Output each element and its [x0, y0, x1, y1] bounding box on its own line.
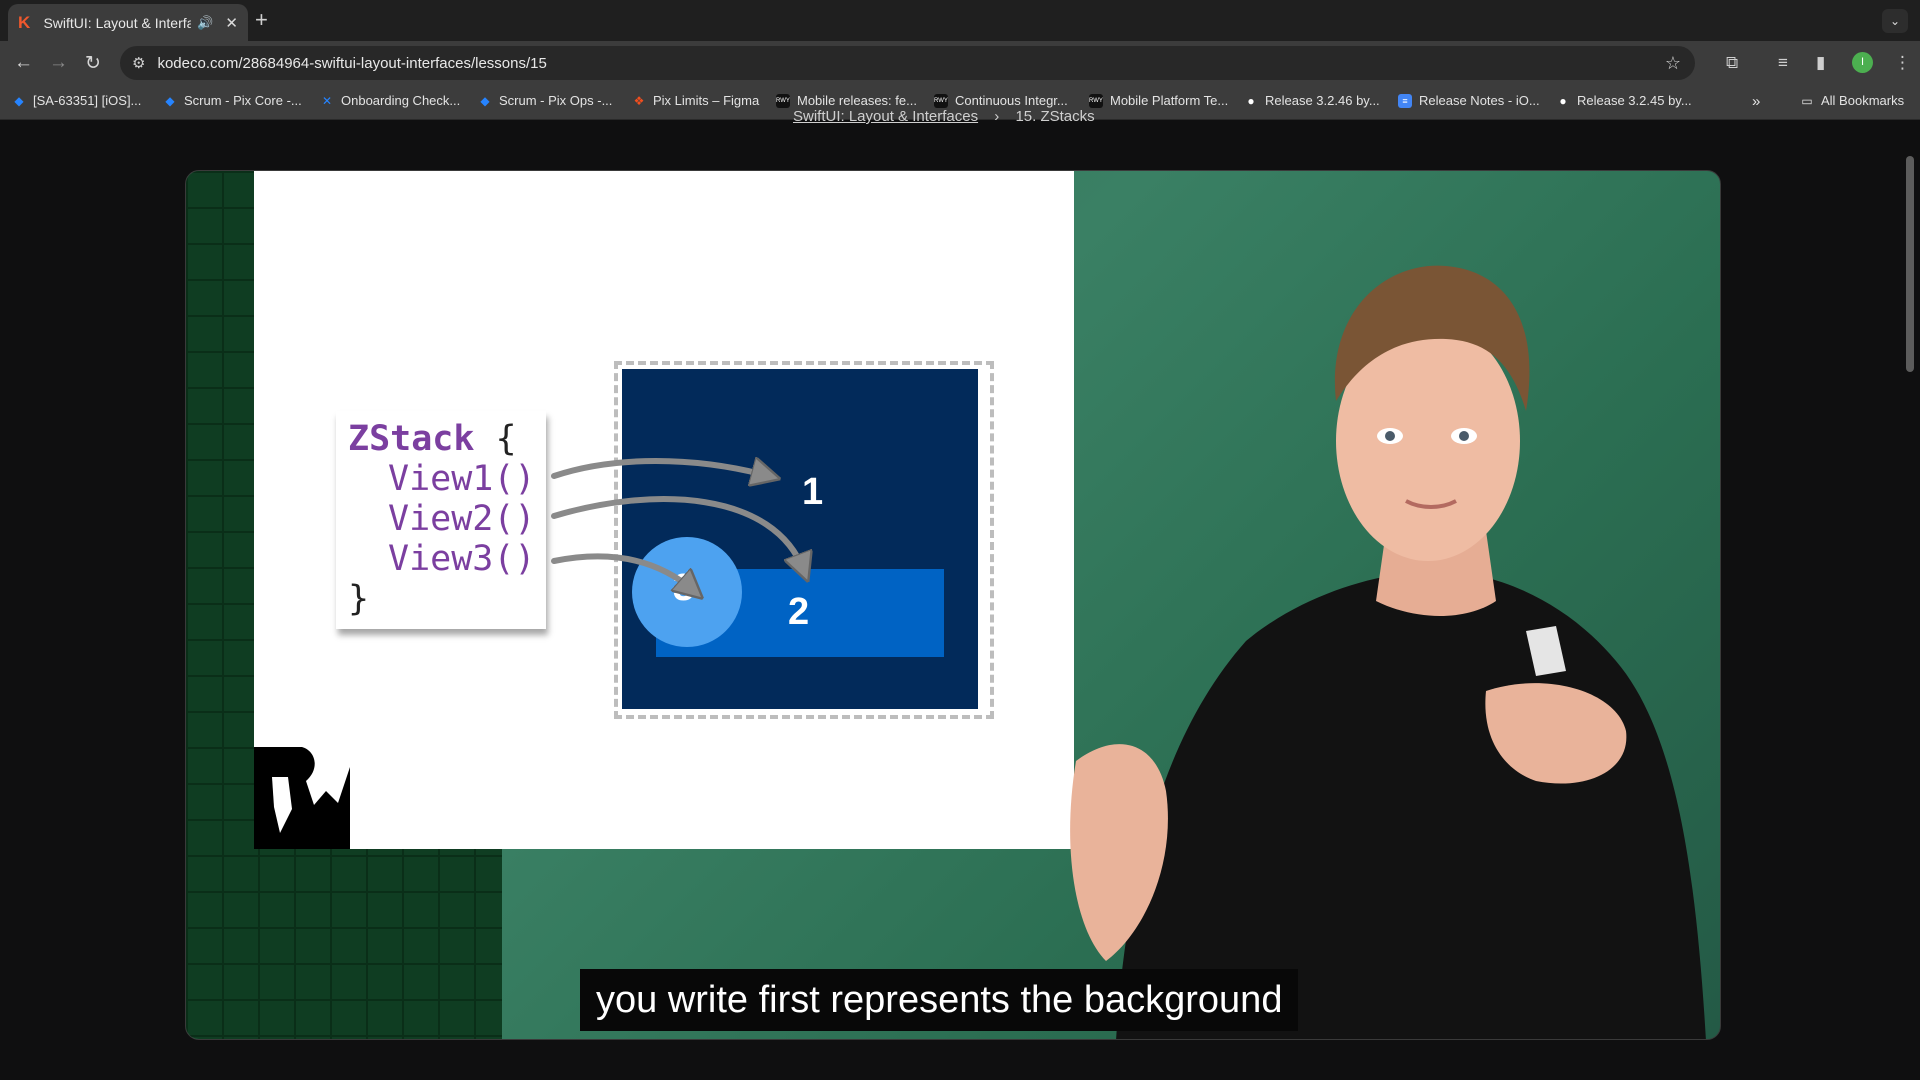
bookmark-item[interactable]: RWY Mobile releases: fe...: [776, 93, 917, 108]
browser-toolbar: ← → ↻ ⚙ kodeco.com/28684964-swiftui-layo…: [0, 41, 1920, 84]
breadcrumb-course-link[interactable]: SwiftUI: Layout & Interfaces: [793, 108, 978, 125]
jira-icon: ◆: [14, 93, 24, 108]
jira-icon: ✕: [321, 93, 333, 108]
side-panel-icon[interactable]: ▮: [1816, 53, 1825, 73]
active-tab[interactable]: K SwiftUI: Layout & Interfac 🔊 ✕: [8, 4, 248, 41]
folder-icon: ▭: [1801, 93, 1813, 108]
bookmark-item[interactable]: ◆ Scrum - Pix Ops -...: [478, 93, 612, 108]
github-icon: ●: [1559, 93, 1567, 108]
tab-strip: K SwiftUI: Layout & Interfac 🔊 ✕ + ⌄: [0, 0, 1920, 41]
video-caption: you write first represents the backgroun…: [580, 969, 1299, 1031]
bookmark-item[interactable]: RWY Continuous Integr...: [934, 93, 1068, 108]
arrow-view1: [551, 461, 769, 476]
kodeco-favicon-icon: K: [18, 12, 31, 32]
arrows-diagram: [551, 171, 1074, 849]
bookmark-item[interactable]: ◆ [SA-63351] [iOS]...: [12, 93, 141, 108]
rwy-icon: RWY: [776, 93, 790, 108]
address-bar[interactable]: ⚙ kodeco.com/28684964-swiftui-layout-int…: [120, 46, 1695, 80]
rwy-icon: RWY: [934, 93, 948, 108]
rwy-icon: RWY: [1089, 93, 1103, 108]
forward-button[interactable]: →: [49, 52, 68, 74]
bookmark-item[interactable]: ● Release 3.2.45 by...: [1556, 93, 1691, 108]
all-bookmarks-button[interactable]: ▭ All Bookmarks: [1800, 93, 1904, 108]
site-info-icon[interactable]: ⚙: [132, 54, 145, 72]
bookmark-item[interactable]: RWY Mobile Platform Te...: [1089, 93, 1228, 108]
bookmark-item[interactable]: ❖ Pix Limits – Figma: [632, 93, 760, 108]
jira-icon: ◆: [165, 93, 175, 108]
breadcrumb-lesson: 15. ZStacks: [1015, 108, 1095, 125]
page-scrollbar[interactable]: [1906, 156, 1914, 372]
figma-icon: ❖: [633, 93, 645, 108]
doc-icon: ≡: [1398, 93, 1412, 108]
profile-avatar[interactable]: I: [1852, 52, 1873, 73]
arrow-view3: [551, 553, 694, 591]
tab-close-icon[interactable]: ✕: [225, 14, 238, 32]
tab-title: SwiftUI: Layout & Interfac: [43, 14, 192, 31]
reload-button[interactable]: ↻: [85, 52, 101, 75]
bookmarks-overflow-icon[interactable]: »: [1752, 93, 1760, 110]
tab-search-button[interactable]: ⌄: [1882, 9, 1908, 33]
arrow-view2: [551, 496, 804, 571]
breadcrumb-separator: ›: [994, 108, 1000, 125]
menu-icon[interactable]: ⋮: [1894, 53, 1911, 73]
jira-icon: ◆: [480, 93, 490, 108]
media-controls-icon[interactable]: ≡: [1778, 53, 1788, 73]
bookmark-item[interactable]: ◆ Scrum - Pix Core -...: [163, 93, 301, 108]
breadcrumb: SwiftUI: Layout & Interfaces › 15. ZStac…: [793, 108, 1095, 125]
bookmark-item[interactable]: ≡ Release Notes - iO...: [1398, 93, 1540, 108]
bookmark-item[interactable]: ✕ Onboarding Check...: [320, 93, 460, 108]
bookmark-star-icon[interactable]: ☆: [1665, 53, 1681, 74]
video-player[interactable]: ZStack { View1() View2() View3() } 1 2 3: [185, 170, 1721, 1040]
back-button[interactable]: ←: [14, 52, 33, 74]
raywenderlich-logo: [254, 747, 350, 849]
audio-playing-icon[interactable]: 🔊: [197, 15, 213, 31]
extensions-icon[interactable]: ⧉: [1726, 53, 1738, 73]
url-text: kodeco.com/28684964-swiftui-layout-inter…: [157, 54, 547, 72]
lesson-slide: ZStack { View1() View2() View3() } 1 2 3: [254, 171, 1074, 849]
github-icon: ●: [1247, 93, 1255, 108]
presenter-image: [1070, 265, 1706, 1039]
bookmark-item[interactable]: ● Release 3.2.46 by...: [1244, 93, 1379, 108]
page-content: SwiftUI: Layout & Interfaces › 15. ZStac…: [0, 108, 1920, 1080]
new-tab-button[interactable]: +: [255, 7, 268, 33]
